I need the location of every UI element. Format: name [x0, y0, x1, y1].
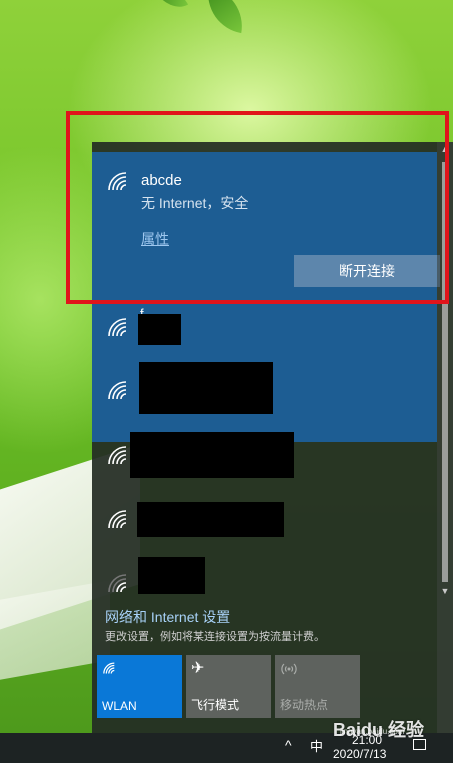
wifi-icon [106, 316, 132, 338]
wifi-weak-icon [106, 572, 132, 594]
properties-link[interactable]: 属性 [141, 229, 169, 249]
network-flyout: abcde 无 Internet，安全 属性 断开连接 f [92, 142, 453, 733]
hotspot-icon [280, 661, 298, 682]
network-list-item[interactable] [92, 502, 437, 562]
network-list-item[interactable] [92, 432, 437, 492]
show-hidden-icons-button[interactable]: ^ [285, 737, 292, 753]
connection-status: 无 Internet，安全 [141, 195, 249, 211]
airplane-icon: ✈ [191, 660, 205, 677]
network-settings-link[interactable]: 网络和 Internet 设置 [105, 607, 230, 627]
scroll-down-arrow[interactable]: ▼ [437, 584, 453, 598]
redacted-network-name [130, 432, 294, 478]
wifi-icon [106, 379, 132, 401]
connected-network-name: abcde [141, 172, 182, 189]
scroll-thumb[interactable] [442, 162, 448, 582]
wifi-icon [106, 444, 132, 466]
wallpaper-leaf [153, 0, 189, 16]
airplane-tile-label: 飞行模式 [191, 698, 240, 712]
network-list-item[interactable] [92, 362, 437, 422]
wallpaper-leaf [201, 0, 249, 34]
input-method-indicator[interactable]: 中 [310, 736, 323, 755]
redacted-network-name [138, 557, 205, 594]
hotspot-tile-label: 移动热点 [280, 698, 329, 712]
clock-date[interactable]: 2020/7/13 [333, 747, 386, 761]
network-settings-description: 更改设置，例如将某连接设置为按流量计费。 [105, 631, 325, 643]
scroll-up-arrow[interactable]: ▲ [437, 142, 453, 156]
notification-center-icon[interactable] [413, 739, 426, 750]
disconnect-button[interactable]: 断开连接 [294, 255, 440, 287]
clock-time[interactable]: 21:00 [352, 733, 382, 747]
wlan-tile-label: WLAN [102, 699, 137, 713]
taskbar: ^ 中 21:00 2020/7/13 [0, 733, 453, 763]
redacted-network-name [138, 314, 181, 345]
network-list-item[interactable]: f [92, 302, 437, 362]
wifi-icon [106, 170, 132, 192]
airplane-mode-tile[interactable]: ✈ 飞行模式 [186, 655, 271, 718]
wlan-toggle-tile[interactable]: WLAN [97, 655, 182, 718]
wifi-icon [106, 508, 132, 530]
mobile-hotspot-tile[interactable]: 移动热点 [275, 655, 360, 718]
redacted-network-name [137, 502, 284, 537]
redacted-network-name [139, 362, 273, 414]
scrollbar[interactable]: ▲ ▼ [437, 142, 453, 733]
wifi-icon [102, 661, 118, 680]
